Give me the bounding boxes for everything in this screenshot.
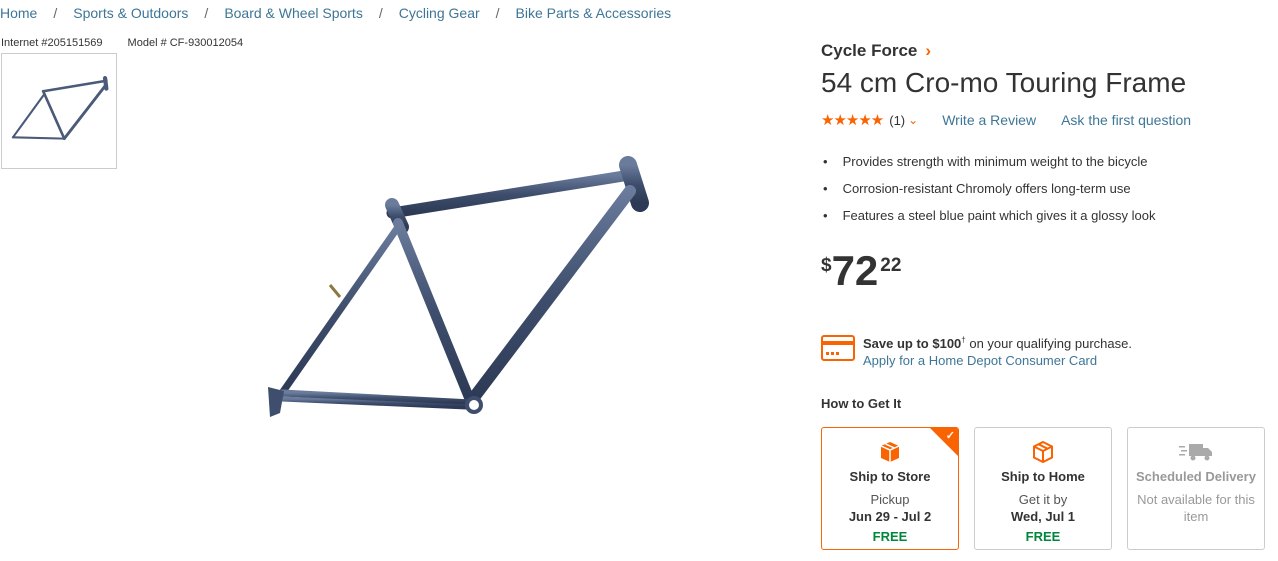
scheduled-delivery-icon — [1179, 444, 1212, 461]
product-ids: Internet #205151569 Model # CF-930012054 — [1, 37, 243, 49]
breadcrumb-separator: / — [53, 5, 58, 21]
list-item: Corrosion-resistant Chromoly offers long… — [821, 181, 1155, 208]
rating-row: ★★★★★ (1) ⌄ Write a Review Ask the first… — [821, 111, 1191, 129]
frame-thumbnail-image — [11, 76, 109, 141]
internet-number: Internet #205151569 — [1, 37, 103, 49]
option-price: FREE — [872, 529, 908, 544]
apply-card-link[interactable]: Apply for a Home Depot Consumer Card — [863, 352, 1132, 369]
thumbnail[interactable] — [1, 53, 117, 169]
ship-to-home-icon — [1033, 440, 1053, 464]
review-count[interactable]: (1) — [889, 113, 905, 128]
star-rating-icon[interactable]: ★★★★★ — [821, 111, 884, 129]
brand-link[interactable]: Cycle Force › — [821, 41, 931, 61]
breadcrumb-separator: / — [495, 5, 500, 21]
price: $ 72 22 — [821, 249, 901, 293]
option-name: Ship to Store — [849, 469, 931, 484]
price-currency: $ — [821, 255, 832, 276]
breadcrumb: Home / Sports & Outdoors / Board & Wheel… — [0, 5, 671, 21]
option-name: Ship to Home — [1001, 469, 1085, 484]
ship-to-home-option[interactable]: Ship to Home Get it by Wed, Jul 1 FREE — [974, 427, 1112, 550]
how-to-get-heading: How to Get It — [821, 396, 902, 411]
price-dollars: 72 — [831, 247, 879, 294]
breadcrumb-sports-outdoors[interactable]: Sports & Outdoors — [73, 5, 188, 21]
option-price: FREE — [1025, 529, 1061, 544]
checkmark-icon: ✓ — [945, 430, 955, 442]
fulfillment-options: ✓ Ship to Store Pickup Jun 29 - Jul 2 FR… — [821, 427, 1278, 550]
breadcrumb-separator: / — [378, 5, 383, 21]
product-main-image[interactable] — [262, 155, 652, 430]
feature-bullets: Provides strength with minimum weight to… — [821, 154, 1156, 235]
ship-to-store-icon — [880, 442, 900, 462]
list-item: Features a steel blue paint which gives … — [821, 208, 1156, 235]
option-date: Jun 29 - Jul 2 — [848, 509, 932, 524]
promo-save-text: Save up to $100† on your qualifying purc… — [863, 336, 1132, 352]
chevron-down-icon[interactable]: ⌄ — [908, 113, 918, 127]
breadcrumb-board-wheel-sports[interactable]: Board & Wheel Sports — [224, 5, 363, 21]
brand-name: Cycle Force — [821, 41, 918, 60]
ship-to-store-option[interactable]: ✓ Ship to Store Pickup Jun 29 - Jul 2 FR… — [821, 427, 959, 550]
product-title: 54 cm Cro-mo Touring Frame — [821, 67, 1187, 98]
ask-question-link[interactable]: Ask the first question — [1061, 112, 1191, 128]
model-number: Model # CF-930012054 — [127, 37, 244, 49]
breadcrumb-cycling-gear[interactable]: Cycling Gear — [399, 5, 480, 21]
breadcrumb-home[interactable]: Home — [0, 5, 37, 21]
credit-card-icon — [821, 335, 855, 361]
scheduled-delivery-option: Scheduled Delivery Not available for thi… — [1127, 427, 1265, 550]
option-date: Wed, Jul 1 — [1010, 509, 1076, 524]
credit-card-promo: Save up to $100† on your qualifying purc… — [821, 332, 1132, 369]
option-sub: Pickup — [870, 492, 910, 507]
price-cents: 22 — [880, 255, 902, 276]
list-item: Provides strength with minimum weight to… — [821, 154, 1155, 181]
chevron-right-icon: › — [925, 41, 932, 60]
breadcrumb-separator: / — [204, 5, 209, 21]
bike-frame-image — [268, 156, 649, 417]
breadcrumb-bike-parts[interactable]: Bike Parts & Accessories — [516, 5, 672, 21]
option-name: Scheduled Delivery — [1136, 469, 1256, 484]
option-sub: Not available for this item — [1137, 492, 1255, 524]
write-review-link[interactable]: Write a Review — [942, 112, 1036, 128]
option-sub: Get it by — [1018, 492, 1068, 507]
